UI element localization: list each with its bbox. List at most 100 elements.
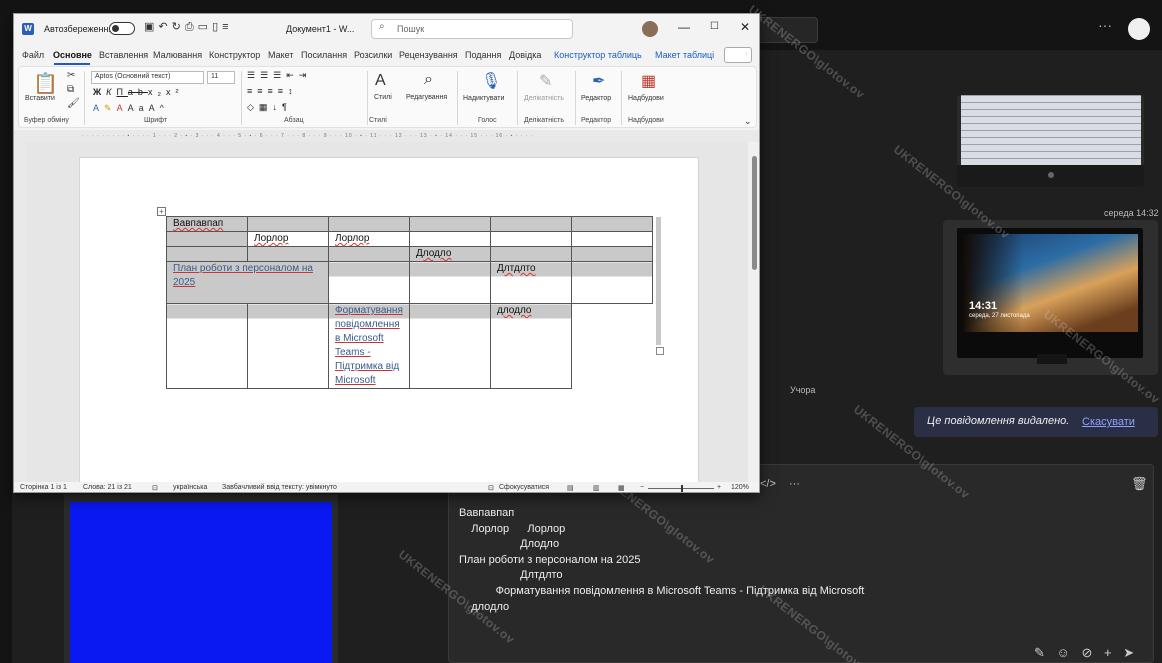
teams-user-avatar[interactable] xyxy=(1128,18,1150,40)
table-cell[interactable] xyxy=(247,216,329,232)
table-cell[interactable]: длодло xyxy=(490,303,572,389)
tab-draw[interactable]: Малювання xyxy=(153,50,202,60)
tab-table-layout[interactable]: Макет таблиці xyxy=(655,50,714,60)
multilevel-icon[interactable]: ☰ xyxy=(273,70,286,80)
tab-insert[interactable]: Вставлення xyxy=(99,50,148,60)
paste-icon[interactable]: 📋 xyxy=(33,71,58,96)
web-layout-icon[interactable]: ▦ xyxy=(618,484,625,492)
cell-link[interactable]: Форматування повідомлення в Microsoft Te… xyxy=(335,305,403,386)
word-count[interactable]: Слова: 21 із 21 xyxy=(83,484,132,491)
editing-button[interactable]: Редагування xyxy=(406,94,447,101)
emoji-icon[interactable]: ☺ xyxy=(1057,645,1070,660)
new-doc-icon[interactable]: ▯ xyxy=(212,21,222,33)
table-resize-handle[interactable] xyxy=(656,347,664,355)
folder-icon[interactable]: ▭ xyxy=(198,21,212,33)
font-color-icon[interactable]: A xyxy=(117,103,128,113)
user-avatar[interactable] xyxy=(642,21,658,37)
maximize-button[interactable]: ☐ xyxy=(710,21,719,32)
italic-icon[interactable]: К xyxy=(106,87,116,97)
zoom-level[interactable]: 120% xyxy=(731,484,749,491)
customize-qat-icon[interactable]: ≡ xyxy=(222,21,232,33)
undo-icon[interactable]: ↶ xyxy=(158,21,171,33)
table-cell[interactable] xyxy=(571,261,653,304)
justify-icon[interactable]: ≡ xyxy=(278,86,288,96)
line-spacing-icon[interactable]: ↕ xyxy=(288,86,298,96)
tab-design[interactable]: Конструктор xyxy=(209,50,260,60)
highlight-icon[interactable]: ✎ xyxy=(104,103,117,113)
print-icon[interactable]: ⎙ xyxy=(185,21,198,33)
tab-view[interactable]: Подання xyxy=(465,50,501,60)
table-cell[interactable]: Длтдлто xyxy=(490,261,572,304)
chat-image-spreadsheet-photo[interactable] xyxy=(957,95,1144,187)
language-indicator[interactable]: українська xyxy=(173,484,207,491)
compose-text[interactable]: Вавпавпап Лорлор Лорлор Длодло План робо… xyxy=(459,506,864,615)
table-cell[interactable] xyxy=(166,231,248,247)
styles-button[interactable]: Стилі xyxy=(374,94,392,101)
send-icon[interactable]: ➤ xyxy=(1123,645,1134,660)
font-name-select[interactable]: Aptos (Основний текст) xyxy=(91,71,204,84)
table-cell[interactable] xyxy=(490,216,572,232)
tab-help[interactable]: Довідка xyxy=(509,50,541,60)
tab-review[interactable]: Рецензування xyxy=(399,50,458,60)
tab-layout[interactable]: Макет xyxy=(268,50,293,60)
table-cell[interactable]: План роботи з персоналом на 2025 xyxy=(166,261,329,304)
shading-icon[interactable]: ◇ xyxy=(247,102,259,112)
addins-icon[interactable]: ▦ xyxy=(641,71,656,91)
dictate-button[interactable]: Надиктувати xyxy=(463,95,504,102)
table-cell[interactable] xyxy=(328,261,410,304)
numbering-icon[interactable]: ☰ xyxy=(260,70,273,80)
borders-icon[interactable]: ▦ xyxy=(259,102,273,112)
tab-file[interactable]: Файл xyxy=(22,50,44,60)
find-icon[interactable]: ⌕ xyxy=(424,71,433,89)
table-cell[interactable]: Лорлор xyxy=(328,231,410,247)
text-effects-icon[interactable]: A xyxy=(93,103,104,113)
zoom-in-icon[interactable]: + xyxy=(717,484,721,491)
table-cell[interactable] xyxy=(409,231,491,247)
tab-table-design[interactable]: Конструктор таблиць xyxy=(554,50,642,60)
more-options-icon[interactable]: ··· xyxy=(1098,17,1112,33)
minimize-button[interactable]: — xyxy=(678,20,690,34)
paste-button[interactable]: Вставити xyxy=(25,95,55,102)
zoom-slider-knob[interactable] xyxy=(681,485,683,492)
close-button[interactable]: ✕ xyxy=(740,20,750,34)
table-cell[interactable] xyxy=(490,231,572,247)
microphone-icon[interactable]: 🎙 xyxy=(481,71,501,91)
zoom-out-icon[interactable]: − xyxy=(640,484,644,491)
tab-mailings[interactable]: Розсилки xyxy=(354,50,392,60)
table-cell[interactable]: Длодло xyxy=(409,246,491,262)
table-cell[interactable] xyxy=(328,216,410,232)
table-cell[interactable]: Форматування повідомлення в Microsoft Te… xyxy=(328,303,410,389)
table-cell[interactable] xyxy=(409,261,491,304)
document-table[interactable]: Вавпавпап Лорлор Лорлор Длодло План робо… xyxy=(166,216,653,389)
comments-button[interactable]: › xyxy=(724,47,752,63)
chat-image-monitor-photo[interactable]: 14:31 середа, 27 листопада xyxy=(943,220,1158,375)
change-case-icon[interactable]: Aa xyxy=(128,103,149,113)
styles-icon[interactable]: A xyxy=(375,72,386,90)
more-format-icon[interactable]: ··· xyxy=(789,478,800,490)
cell-link[interactable]: План роботи з персоналом на 2025 xyxy=(173,263,313,288)
copy-icon[interactable]: ⧉ xyxy=(67,84,74,95)
subscript-icon[interactable]: x₂ xyxy=(148,87,166,97)
editor-button[interactable]: Редактор xyxy=(581,95,611,102)
add-icon[interactable]: + xyxy=(1104,645,1112,660)
redo-icon[interactable]: ↻ xyxy=(172,21,185,33)
grow-font-icon[interactable]: A^ xyxy=(149,103,169,113)
table-cell[interactable] xyxy=(490,246,572,262)
focus-button[interactable]: Сфокусуватися xyxy=(499,484,549,491)
table-cell[interactable] xyxy=(571,216,653,232)
tab-home[interactable]: Основне xyxy=(53,50,92,60)
cut-icon[interactable]: ✂ xyxy=(67,70,75,81)
decrease-indent-icon[interactable]: ⇤ xyxy=(286,70,299,80)
format-icon[interactable]: ✎ xyxy=(1034,645,1045,660)
table-cell[interactable] xyxy=(571,246,653,262)
tab-references[interactable]: Посилання xyxy=(301,50,347,60)
align-center-icon[interactable]: ≡ xyxy=(257,86,267,96)
table-cell[interactable] xyxy=(409,303,491,389)
bullets-icon[interactable]: ☰ xyxy=(247,70,260,80)
show-marks-icon[interactable]: ¶ xyxy=(282,102,292,112)
collapse-ribbon-icon[interactable]: ⌄ xyxy=(744,116,752,127)
table-cell[interactable] xyxy=(571,231,653,247)
predictive-text-status[interactable]: Завбачливий ввід тексту: увімкнуто xyxy=(222,484,337,491)
scrollbar-thumb[interactable] xyxy=(752,156,757,270)
table-cell[interactable] xyxy=(166,303,248,389)
